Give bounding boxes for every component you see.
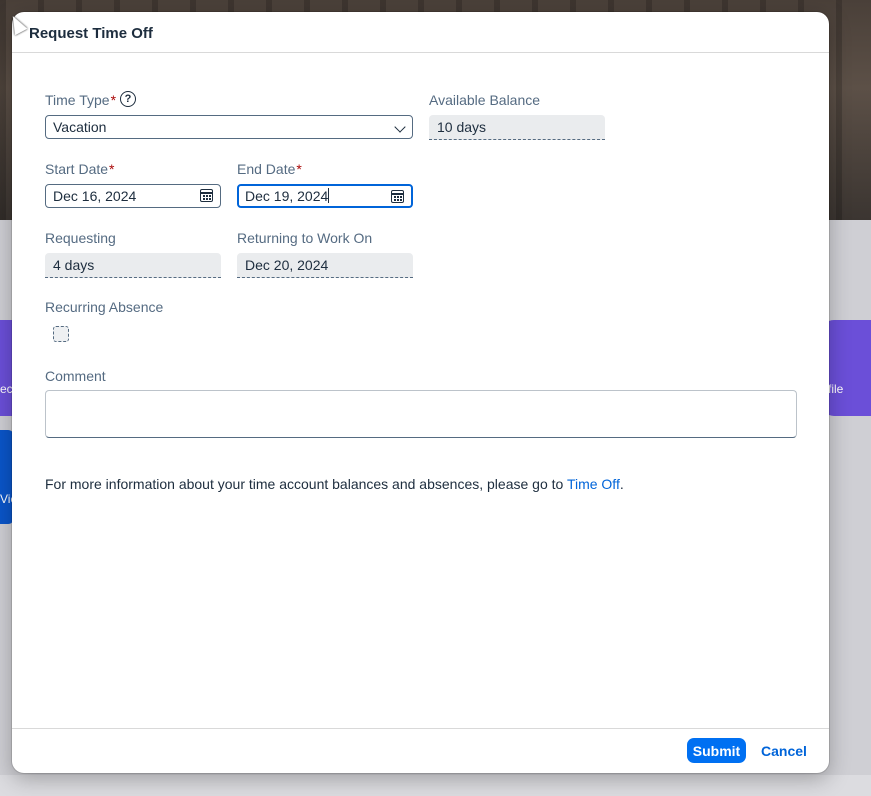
time-type-label-text: Time Type xyxy=(45,92,110,108)
returning-label: Returning to Work On xyxy=(237,230,373,246)
time-type-select[interactable]: Vacation xyxy=(45,115,413,139)
end-date-value: Dec 19, 2024 xyxy=(245,188,329,204)
dialog-header: Request Time Off xyxy=(12,12,829,53)
start-date-label: Start Date* xyxy=(45,161,114,177)
requesting-value: 4 days xyxy=(45,253,221,278)
text-caret xyxy=(328,188,330,203)
info-text: For more information about your time acc… xyxy=(45,476,624,492)
requesting-label: Requesting xyxy=(45,230,116,246)
start-date-input[interactable]: Dec 16, 2024 xyxy=(45,184,221,208)
start-date-value: Dec 16, 2024 xyxy=(53,188,137,204)
cancel-button[interactable]: Cancel xyxy=(756,738,812,763)
time-off-link[interactable]: Time Off xyxy=(567,476,620,492)
returning-value: Dec 20, 2024 xyxy=(237,253,413,278)
help-icon[interactable]: ? xyxy=(120,91,136,107)
available-balance-label: Available Balance xyxy=(429,92,541,108)
comment-label: Comment xyxy=(45,368,106,384)
required-mark: * xyxy=(296,161,302,177)
recurring-absence-label: Recurring Absence xyxy=(45,299,164,315)
background-tile-left-label: ec xyxy=(0,382,13,396)
dialog-title: Request Time Off xyxy=(29,25,153,42)
background-tile-right-label: file xyxy=(828,382,844,396)
dialog-footer: Submit Cancel xyxy=(12,728,829,774)
available-balance-value: 10 days xyxy=(429,115,605,140)
recurring-absence-checkbox[interactable] xyxy=(53,326,69,342)
comment-textarea[interactable] xyxy=(45,390,797,438)
chevron-down-icon[interactable] xyxy=(394,121,406,133)
required-mark: * xyxy=(110,92,117,108)
calendar-icon[interactable] xyxy=(200,189,213,202)
request-time-off-dialog: Request Time Off Time Type* ? Vacation A… xyxy=(12,12,829,773)
info-text-suffix: . xyxy=(619,476,624,492)
submit-button[interactable]: Submit xyxy=(687,738,746,763)
end-date-label-text: End Date xyxy=(237,161,296,177)
start-date-label-text: Start Date xyxy=(45,161,109,177)
calendar-icon[interactable] xyxy=(391,190,404,203)
time-type-label: Time Type* xyxy=(45,92,116,108)
required-mark: * xyxy=(109,161,115,177)
info-text-body: For more information about your time acc… xyxy=(45,476,567,492)
background-footer-strip xyxy=(0,775,871,796)
time-type-value: Vacation xyxy=(53,119,107,135)
end-date-input[interactable]: Dec 19, 2024 xyxy=(237,184,413,208)
end-date-label: End Date* xyxy=(237,161,302,177)
